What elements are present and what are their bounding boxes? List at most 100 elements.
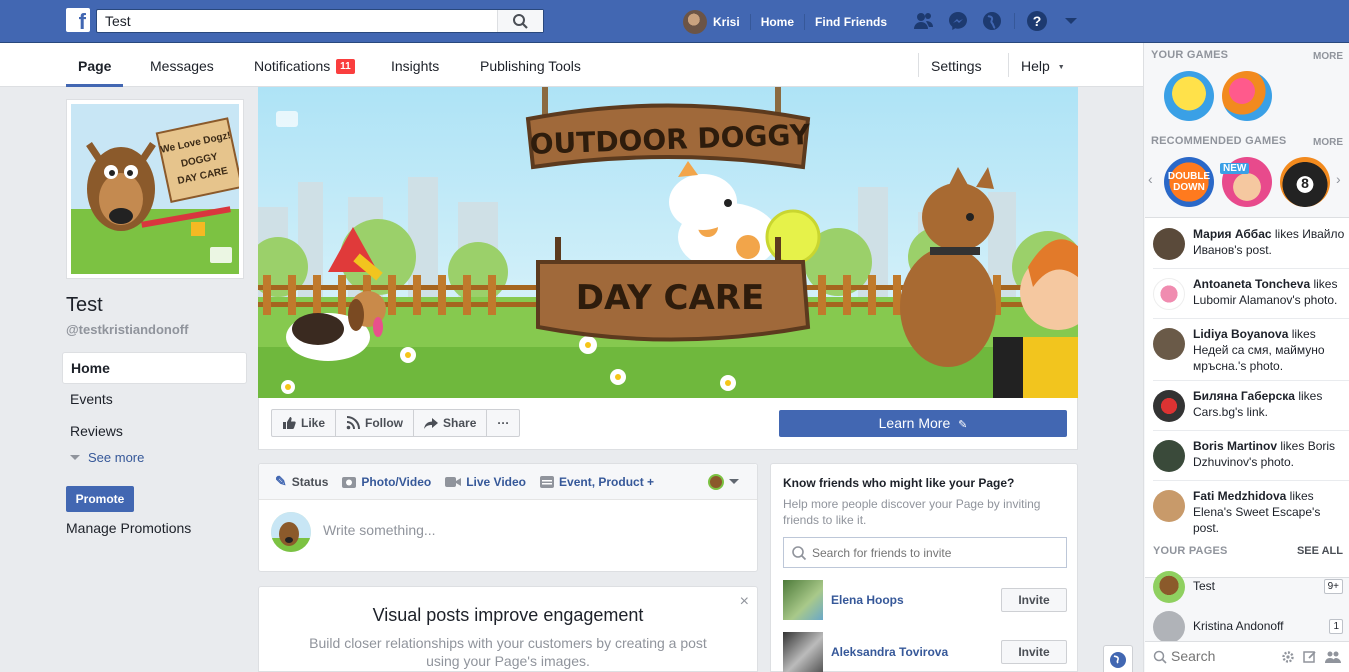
game-icon-double-down[interactable]: DOUBLE DOWN [1164,157,1214,207]
tab-messages[interactable]: Messages [150,43,214,87]
your-page-row[interactable]: Kristina Andonoff 1 [1145,609,1349,645]
more-dots-icon: ··· [497,416,510,430]
ticker-avatar [1153,278,1185,310]
left-nav-home[interactable]: Home [62,352,247,384]
invite-button[interactable]: Invite [1001,640,1067,664]
tab-page[interactable]: Page [66,43,124,87]
your-pages-heading: YOUR PAGES [1153,545,1228,557]
ticker-item[interactable]: Lidiya Boyanova likes Недей са смя, майм… [1145,318,1349,373]
chevron-down-icon [729,479,739,484]
ticker-item[interactable]: Antoaneta Toncheva likes Lubomir Alamano… [1145,268,1349,318]
learn-more-button[interactable]: Learn More ✎ [779,410,1067,437]
page-avatar [1153,611,1185,643]
see-more-label: See more [88,450,145,465]
game-icon-8-ball[interactable]: 8 [1280,157,1330,207]
chevron-right-icon[interactable]: › [1336,171,1341,187]
your-page-row[interactable]: Test 9+ [1145,569,1349,605]
tab-notifications-label: Notifications [254,58,331,74]
follow-button[interactable]: Follow [336,410,415,436]
ticker-actor: Lidiya Boyanova [1193,327,1289,341]
friend-requests-icon[interactable] [912,9,936,33]
friend-avatar[interactable] [783,580,823,620]
user-name-link[interactable]: Krisi [713,15,740,29]
top-nav: Krisi Home Find Friends [683,0,887,43]
post-composer: ✎ Status Photo/Video Live Video Event, P… [258,463,758,572]
top-bar: f Krisi Home Find Friends [0,0,1349,43]
see-more-link[interactable]: See more [70,450,144,465]
account-menu-chevron-icon[interactable] [1059,9,1083,33]
share-button[interactable]: Share [414,410,488,436]
close-icon[interactable]: × [740,593,749,611]
left-nav-reviews[interactable]: Reviews [62,416,247,448]
ticker-item[interactable]: Мария Аббас likes Ивайло Иванов's post. [1145,218,1349,268]
more-options-button[interactable]: ··· [487,410,519,436]
left-nav: Home Events Reviews [62,352,247,448]
friend-name-link[interactable]: Aleksandra Tovirova [831,645,948,659]
tab-insights[interactable]: Insights [391,43,439,87]
help-icon[interactable]: ? [1025,9,1049,33]
cover-photo[interactable]: OUTDOOR DOGGY DAY CARE [258,87,1078,398]
ticker-item[interactable]: Boris Martinov likes Boris Dzhuvinov's p… [1145,430,1349,480]
invite-search-input[interactable] [812,545,1052,560]
like-button[interactable]: Like [272,410,337,436]
camera-icon[interactable] [276,111,298,127]
page-avatar [1153,571,1185,603]
find-friends-link[interactable]: Find Friends [815,15,887,29]
divider [804,13,806,30]
tab-publishing-tools[interactable]: Publishing Tools [480,43,581,87]
search-button[interactable] [497,10,543,32]
share-label: Share [443,416,477,430]
home-link[interactable]: Home [761,15,794,29]
game-icon-chick[interactable] [1164,71,1214,121]
chevron-down-icon [70,455,80,460]
notifications-globe-icon[interactable] [980,9,1004,33]
manage-promotions-link[interactable]: Manage Promotions [66,520,191,536]
chat-search-input[interactable] [1171,648,1281,664]
left-nav-events[interactable]: Events [62,384,247,416]
language-globe-button[interactable] [1103,645,1133,672]
share-arrow-icon [424,418,439,429]
profile-picture[interactable]: We Love Dogz! DOGGY DAY CARE [66,99,244,279]
recommended-games-more-link[interactable]: MORE [1313,137,1343,148]
invite-search-box [783,537,1067,568]
invite-button[interactable]: Invite [1001,588,1067,612]
gear-icon[interactable] [1281,650,1295,664]
group-chat-icon[interactable] [1325,650,1341,664]
composer-tab-event-product[interactable]: Event, Product + [540,475,654,489]
composer-input[interactable]: Write something... [323,522,436,538]
ticker-item[interactable]: Биляна Габерска likes Cars.bg's link. [1145,380,1349,430]
tab-notifications[interactable]: Notifications 11 [254,43,355,87]
your-page-name: Kristina Andonoff [1193,619,1284,633]
ticker-actor: Биляна Габерска [1193,389,1295,403]
compose-icon[interactable] [1303,650,1317,664]
post-as-selector[interactable] [708,473,739,490]
ticker-item[interactable]: Fati Medzhidova likes Elena's Sweet Esca… [1145,480,1349,540]
game-icon-candy[interactable] [1222,71,1272,121]
camera-icon [342,476,357,488]
friend-name-link[interactable]: Elena Hoops [831,593,904,607]
see-all-pages-link[interactable]: SEE ALL [1297,545,1343,557]
game-icon-new-game[interactable]: NEW [1220,157,1272,207]
your-games-more-link[interactable]: MORE [1313,51,1343,62]
global-search-input[interactable] [97,10,497,32]
calendar-icon [540,475,555,488]
visual-posts-title: Visual posts improve engagement [372,605,644,625]
page-username[interactable]: @testkristiandonoff [66,322,188,337]
messenger-icon[interactable] [946,9,970,33]
tab-help[interactable]: Help ▼ [1021,43,1065,87]
composer-tab-status[interactable]: ✎ Status [275,473,328,490]
chevron-left-icon[interactable]: ‹ [1148,171,1153,187]
camera-icon[interactable] [210,247,232,263]
page-notification-count: 9+ [1323,579,1343,594]
pencil-icon[interactable]: ✎ [958,419,967,431]
promote-button[interactable]: Promote [66,486,134,512]
tab-settings[interactable]: Settings [931,43,982,87]
facebook-logo[interactable]: f [66,8,90,32]
thumbs-up-icon [283,417,296,429]
page-title[interactable]: Test [66,294,103,317]
divider [749,13,751,30]
composer-tab-live-video[interactable]: Live Video [445,475,526,489]
user-avatar[interactable] [683,9,707,34]
composer-tab-photo-video[interactable]: Photo/Video [342,475,431,489]
friend-avatar[interactable] [783,632,823,672]
